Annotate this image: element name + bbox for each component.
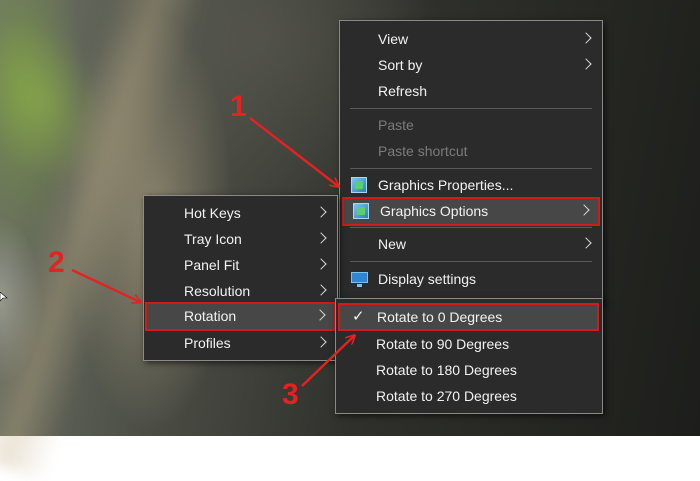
annotation-number-3: 3 — [282, 378, 299, 411]
annotation-number-2: 2 — [48, 246, 65, 279]
annotation-arrows — [71, 117, 700, 387]
arrow-step-1 — [249, 117, 338, 186]
arrow-step-3 — [301, 336, 354, 387]
arrow-step-2 — [71, 268, 140, 302]
annotation-number-1: 1 — [230, 90, 247, 123]
